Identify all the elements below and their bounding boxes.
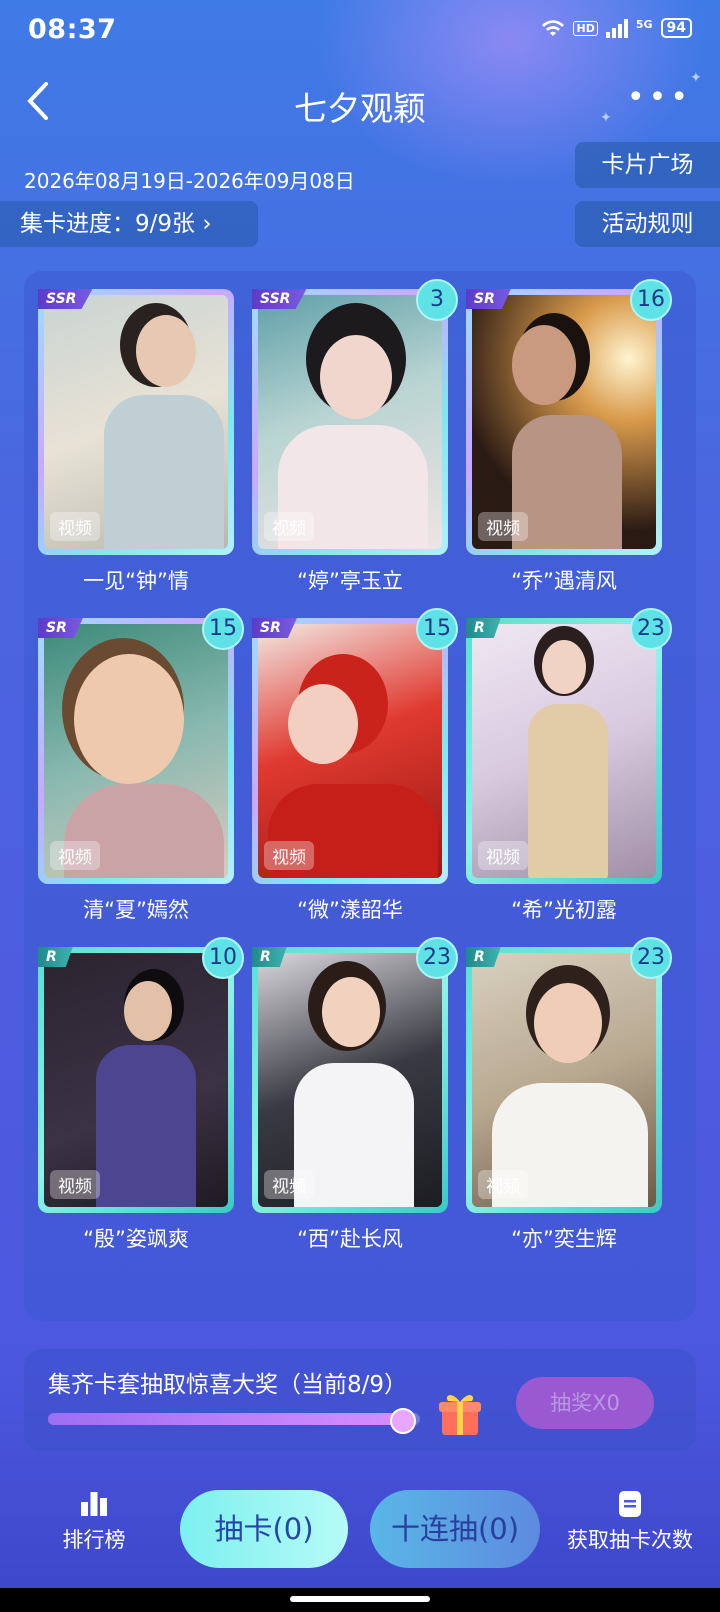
card-name: “希”光初露	[511, 898, 617, 922]
rules-button[interactable]: 活动规则	[575, 201, 720, 247]
card-item[interactable]: 视频 R 23 “亦”奕生辉	[466, 937, 672, 1253]
prize-progress-bar	[48, 1408, 420, 1434]
page-title: 七夕观颖	[294, 89, 426, 128]
video-tag: 视频	[264, 841, 314, 870]
card-photo: 视频	[472, 953, 656, 1207]
card-count-badge: 23	[630, 608, 672, 650]
status-icons: HD 5G 94	[541, 18, 692, 38]
ranking-icon	[81, 1492, 107, 1516]
card-count-badge: 23	[416, 937, 458, 979]
video-tag: 视频	[50, 841, 100, 870]
card-photo: 视频	[258, 953, 442, 1207]
title-bar: 七夕观颖 •••	[0, 70, 720, 140]
card-photo: 视频	[44, 953, 228, 1207]
card-name: “殷”姿飒爽	[83, 1227, 189, 1251]
card-photo: 视频	[44, 295, 228, 549]
battery-icon: 94	[660, 18, 692, 38]
ranking-button[interactable]: 排行榜	[54, 1490, 134, 1554]
network-label: 5G	[635, 18, 653, 31]
card-frame: 视频 R 23	[252, 937, 458, 1213]
card-item[interactable]: 视频 R 23 “西”赴长风	[252, 937, 458, 1253]
card-frame: 视频 R 23	[466, 937, 672, 1213]
gift-icon	[439, 1395, 481, 1435]
signal-icon	[605, 18, 628, 38]
card-count-badge: 16	[630, 279, 672, 321]
card-item[interactable]: 视频 SR 15 “微”漾韶华	[252, 608, 458, 924]
get-draws-button[interactable]: 获取抽卡次数	[560, 1490, 700, 1554]
card-item[interactable]: 视频 R 23 “希”光初露	[466, 608, 672, 924]
collect-progress-label: 集卡进度：9/9张	[20, 211, 196, 237]
card-name: “微”漾韶华	[297, 898, 403, 922]
chevron-right-icon: ›	[202, 211, 212, 237]
grand-prize-text: 集齐卡套抽取惊喜大奖（当前8/9）	[48, 1372, 408, 1398]
card-item[interactable]: 视频 SSR 3 “婷”亭玉立	[252, 279, 458, 595]
more-options-icon[interactable]: •••	[627, 80, 692, 115]
card-item[interactable]: 视频 SR 16 “乔”遇清风	[466, 279, 672, 595]
card-photo: 视频	[44, 624, 228, 878]
home-indicator[interactable]	[290, 1596, 430, 1602]
card-frame: 视频 SR 16	[466, 279, 672, 555]
draw-card-button[interactable]: 抽卡(0)	[180, 1490, 348, 1568]
card-frame: 视频 R 10	[38, 937, 244, 1213]
card-photo: 视频	[258, 624, 442, 878]
get-draws-label: 获取抽卡次数	[567, 1528, 693, 1552]
prize-progress-fill	[48, 1413, 402, 1425]
card-grid-panel: 视频 SSR 一见“钟”情 视频 SSR 3 “婷”亭玉立 视频 SR 16 “…	[24, 271, 696, 1321]
card-name: “亦”奕生辉	[511, 1227, 617, 1251]
card-name: “乔”遇清风	[511, 569, 617, 593]
bottom-action-bar: 排行榜 抽卡(0) 十连抽(0) 获取抽卡次数	[0, 1476, 720, 1586]
hd-badge: HD	[573, 20, 598, 36]
card-count-badge: 15	[202, 608, 244, 650]
card-item[interactable]: 视频 SSR 一见“钟”情	[38, 289, 238, 595]
card-name: “婷”亭玉立	[297, 569, 403, 593]
card-count-badge: 23	[630, 937, 672, 979]
wifi-icon	[542, 20, 565, 36]
draw-prize-button[interactable]: 抽奖X0	[516, 1377, 654, 1429]
card-name: 清“夏”嫣然	[83, 898, 189, 922]
video-tag: 视频	[264, 512, 314, 541]
video-tag: 视频	[50, 512, 100, 541]
status-bar: 08:37 HD 5G 94	[0, 0, 720, 60]
card-count-badge: 3	[416, 279, 458, 321]
card-frame: 视频 SSR	[38, 289, 234, 555]
event-date-range: 2026年08月19日-2026年09月08日	[24, 169, 355, 193]
prize-progress-knob	[390, 1408, 417, 1434]
photo-figure	[136, 315, 196, 387]
video-tag: 视频	[264, 1170, 314, 1199]
home-indicator-bar	[0, 1588, 720, 1612]
status-time: 08:37	[28, 14, 117, 45]
video-tag: 视频	[478, 1170, 528, 1199]
card-frame: 视频 SR 15	[252, 608, 458, 884]
card-photo: 视频	[258, 295, 442, 549]
card-photo: 视频	[472, 295, 656, 549]
card-count-badge: 15	[416, 608, 458, 650]
video-tag: 视频	[478, 841, 528, 870]
card-name: “西”赴长风	[297, 1227, 403, 1251]
video-tag: 视频	[50, 1170, 100, 1199]
card-photo: 视频	[472, 624, 656, 878]
card-frame: 视频 R 23	[466, 608, 672, 884]
card-frame: 视频 SSR 3	[252, 279, 458, 555]
ticket-icon	[619, 1491, 641, 1517]
card-item[interactable]: 视频 SR 15 清“夏”嫣然	[38, 608, 244, 924]
card-name: 一见“钟”情	[83, 569, 189, 593]
card-count-badge: 10	[202, 937, 244, 979]
video-tag: 视频	[478, 512, 528, 541]
ranking-label: 排行榜	[62, 1528, 126, 1552]
collect-progress-button[interactable]: 集卡进度：9/9张 ›	[0, 201, 258, 247]
card-frame: 视频 SR 15	[38, 608, 244, 884]
card-item[interactable]: 视频 R 10 “殷”姿飒爽	[38, 937, 244, 1253]
grand-prize-panel: 集齐卡套抽取惊喜大奖（当前8/9） 抽奖X0	[24, 1349, 696, 1451]
ten-draw-button[interactable]: 十连抽(0)	[370, 1490, 540, 1568]
card-square-button[interactable]: 卡片广场	[575, 142, 720, 188]
